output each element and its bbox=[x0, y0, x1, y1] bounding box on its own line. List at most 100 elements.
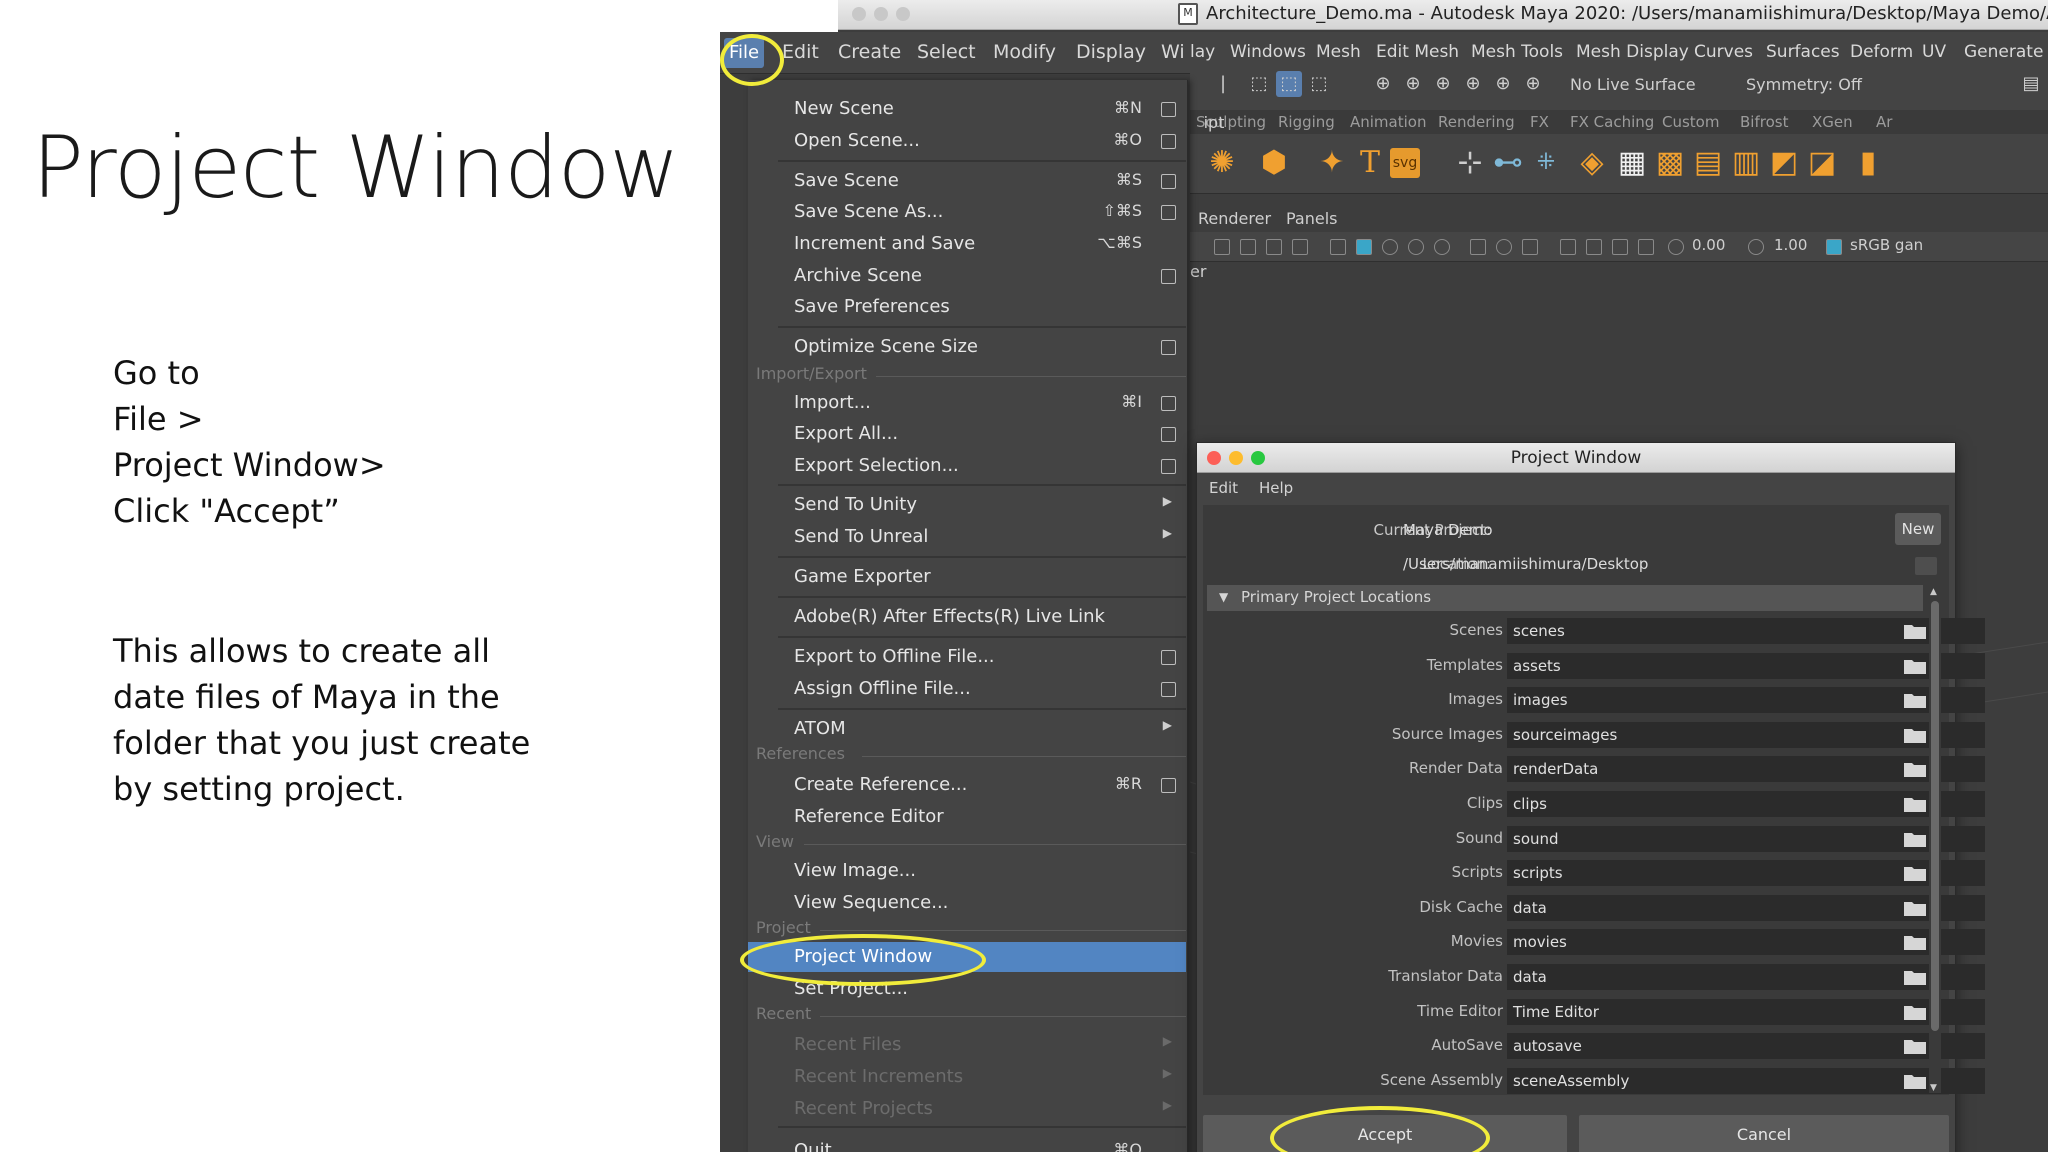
folder-icon[interactable] bbox=[1903, 622, 1927, 640]
option-box-icon[interactable] bbox=[1161, 427, 1176, 442]
scroll-thumb[interactable] bbox=[1931, 601, 1939, 1031]
frame-all-icon[interactable] bbox=[1266, 239, 1282, 255]
folder-icon[interactable] bbox=[1903, 1037, 1927, 1055]
gamma-value[interactable]: 1.00 bbox=[1774, 236, 1807, 254]
safe-action-icon[interactable] bbox=[1638, 239, 1654, 255]
option-box-icon[interactable] bbox=[1161, 396, 1176, 411]
lasso-select-icon[interactable]: ⬚ bbox=[1276, 71, 1302, 97]
scroll-up-icon[interactable]: ▲ bbox=[1930, 587, 1937, 597]
folder-icon[interactable] bbox=[1903, 933, 1927, 951]
menu-renderer[interactable]: Renderer bbox=[1198, 209, 1271, 228]
folder-icon[interactable] bbox=[1903, 691, 1927, 709]
menu-modify[interactable]: Modify bbox=[993, 41, 1056, 63]
menu-panels[interactable]: Panels bbox=[1286, 209, 1338, 228]
shadows-icon[interactable] bbox=[1434, 239, 1450, 255]
menu-mesh[interactable]: Mesh bbox=[1316, 42, 1361, 62]
location-folder-icon[interactable] bbox=[1915, 557, 1937, 575]
extrude-icon[interactable]: ▩ bbox=[1652, 144, 1688, 182]
menu-deform[interactable]: Deform bbox=[1850, 42, 1913, 62]
option-box-icon[interactable] bbox=[1161, 134, 1176, 149]
camera-icon[interactable] bbox=[1214, 239, 1230, 255]
exposure-value[interactable]: 0.00 bbox=[1692, 236, 1725, 254]
option-box-icon[interactable] bbox=[1161, 174, 1176, 189]
current-project-value[interactable]: Maya Demo bbox=[1403, 521, 1493, 539]
cube-grid-icon[interactable]: ▦ bbox=[1614, 144, 1650, 182]
option-box-icon[interactable] bbox=[1161, 205, 1176, 220]
folder-icon[interactable] bbox=[1903, 968, 1927, 986]
tab-rigging[interactable]: Rigging bbox=[1278, 113, 1335, 131]
menu-item-send-to-unity[interactable]: Send To Unity ▶ bbox=[748, 490, 1186, 520]
snap-view-icon[interactable]: ⊕ bbox=[1460, 71, 1486, 97]
menu-uv[interactable]: UV bbox=[1922, 42, 1946, 62]
folder-icon[interactable] bbox=[1903, 1003, 1927, 1021]
menu-curves[interactable]: Curves bbox=[1694, 42, 1753, 62]
option-box-icon[interactable] bbox=[1161, 650, 1176, 665]
menu-item-create-reference[interactable]: Create Reference... ⌘R bbox=[748, 770, 1186, 800]
snap-point-icon[interactable]: ⊕ bbox=[1430, 71, 1456, 97]
polygon-icon[interactable]: ⬢ bbox=[1256, 144, 1292, 182]
menu-item-save-scene-as[interactable]: Save Scene As... ⇧⌘S bbox=[748, 197, 1186, 227]
cancel-button[interactable]: Cancel bbox=[1579, 1115, 1949, 1152]
menu-surfaces[interactable]: Surfaces bbox=[1766, 42, 1840, 62]
modelling-icon[interactable]: ◈ bbox=[1574, 144, 1610, 182]
snap-vertex-icon[interactable]: ⊕ bbox=[1520, 71, 1546, 97]
tab-xgen[interactable]: XGen bbox=[1812, 113, 1853, 131]
snap-surface-icon[interactable]: ⊕ bbox=[1490, 71, 1516, 97]
color-space-field[interactable]: sRGB gan bbox=[1850, 236, 1923, 254]
menu-item-increment-save[interactable]: Increment and Save ⌥⌘S bbox=[748, 229, 1186, 259]
menu-edit[interactable]: Edit bbox=[782, 41, 819, 63]
tab-animation[interactable]: Animation bbox=[1350, 113, 1426, 131]
menu-item-new-scene[interactable]: New Scene ⌘N bbox=[748, 94, 1186, 124]
folder-icon[interactable] bbox=[1903, 657, 1927, 675]
snap-curve-icon[interactable]: ⊕ bbox=[1400, 71, 1426, 97]
measure-icon[interactable]: ⊷ bbox=[1490, 144, 1526, 182]
menu-item-import[interactable]: Import... ⌘I bbox=[748, 388, 1186, 418]
menu-item-send-to-unreal[interactable]: Send To Unreal ▶ bbox=[748, 522, 1186, 552]
option-box-icon[interactable] bbox=[1161, 340, 1176, 355]
shaded-icon[interactable] bbox=[1356, 239, 1372, 255]
ao-icon[interactable] bbox=[1496, 239, 1512, 255]
star-icon[interactable]: ✦ bbox=[1314, 144, 1350, 182]
dialog-menu-edit[interactable]: Edit bbox=[1209, 479, 1238, 497]
tab-custom[interactable]: Custom bbox=[1662, 113, 1719, 131]
folder-icon[interactable] bbox=[1903, 899, 1927, 917]
menu-item-recent-files[interactable]: Recent Files ▶ bbox=[748, 1030, 1186, 1060]
origin-icon[interactable]: ⁜ bbox=[1528, 144, 1564, 182]
menu-display-cut[interactable]: lay bbox=[1190, 42, 1215, 62]
symmetry-field[interactable]: Symmetry: Off bbox=[1746, 75, 1862, 94]
menu-item-recent-increments[interactable]: Recent Increments ▶ bbox=[748, 1062, 1186, 1092]
menu-item-atom[interactable]: ATOM ▶ bbox=[748, 714, 1186, 744]
pivot-icon[interactable]: ⊹ bbox=[1452, 144, 1488, 182]
menu-item-recent-projects[interactable]: Recent Projects ▶ bbox=[748, 1094, 1186, 1124]
menu-item-after-effects-link[interactable]: Adobe(R) After Effects(R) Live Link bbox=[748, 602, 1186, 632]
resolution-gate-icon[interactable] bbox=[1586, 239, 1602, 255]
bridge-icon[interactable]: ◪ bbox=[1804, 144, 1840, 182]
folder-icon[interactable] bbox=[1903, 1072, 1927, 1090]
menu-display[interactable]: Display bbox=[1076, 41, 1146, 63]
tab-rendering[interactable]: Rendering bbox=[1438, 113, 1515, 131]
folder-icon[interactable] bbox=[1903, 795, 1927, 813]
folder-icon[interactable] bbox=[1903, 760, 1927, 778]
color-management-icon[interactable] bbox=[1826, 239, 1842, 255]
menu-windows[interactable]: Windows bbox=[1230, 42, 1306, 62]
option-box-icon[interactable] bbox=[1161, 269, 1176, 284]
isolate-icon[interactable] bbox=[1470, 239, 1486, 255]
menu-windows-cut[interactable]: Wi bbox=[1161, 41, 1185, 63]
gamma-icon[interactable] bbox=[1748, 239, 1764, 255]
menu-item-reference-editor[interactable]: Reference Editor bbox=[748, 802, 1186, 832]
tab-fx-caching[interactable]: FX Caching bbox=[1570, 113, 1654, 131]
text-icon[interactable]: T bbox=[1352, 144, 1388, 182]
menu-item-open-scene[interactable]: Open Scene... ⌘O bbox=[748, 126, 1186, 156]
folder-icon[interactable] bbox=[1903, 864, 1927, 882]
sculpt-icon[interactable]: ✺ bbox=[1204, 144, 1240, 182]
svg-icon[interactable]: svg bbox=[1390, 148, 1420, 178]
film-gate-icon[interactable] bbox=[1612, 239, 1628, 255]
xray-icon[interactable] bbox=[1560, 239, 1576, 255]
window-controls[interactable] bbox=[852, 7, 910, 21]
combine-icon[interactable]: ▤ bbox=[1690, 144, 1726, 182]
menu-mesh-tools[interactable]: Mesh Tools bbox=[1471, 42, 1563, 62]
render-view-icon[interactable]: ▤ bbox=[2018, 71, 2044, 97]
textured-icon[interactable] bbox=[1382, 239, 1398, 255]
bevel-icon[interactable]: ◩ bbox=[1766, 144, 1802, 182]
live-surface-field[interactable]: No Live Surface bbox=[1570, 75, 1696, 94]
